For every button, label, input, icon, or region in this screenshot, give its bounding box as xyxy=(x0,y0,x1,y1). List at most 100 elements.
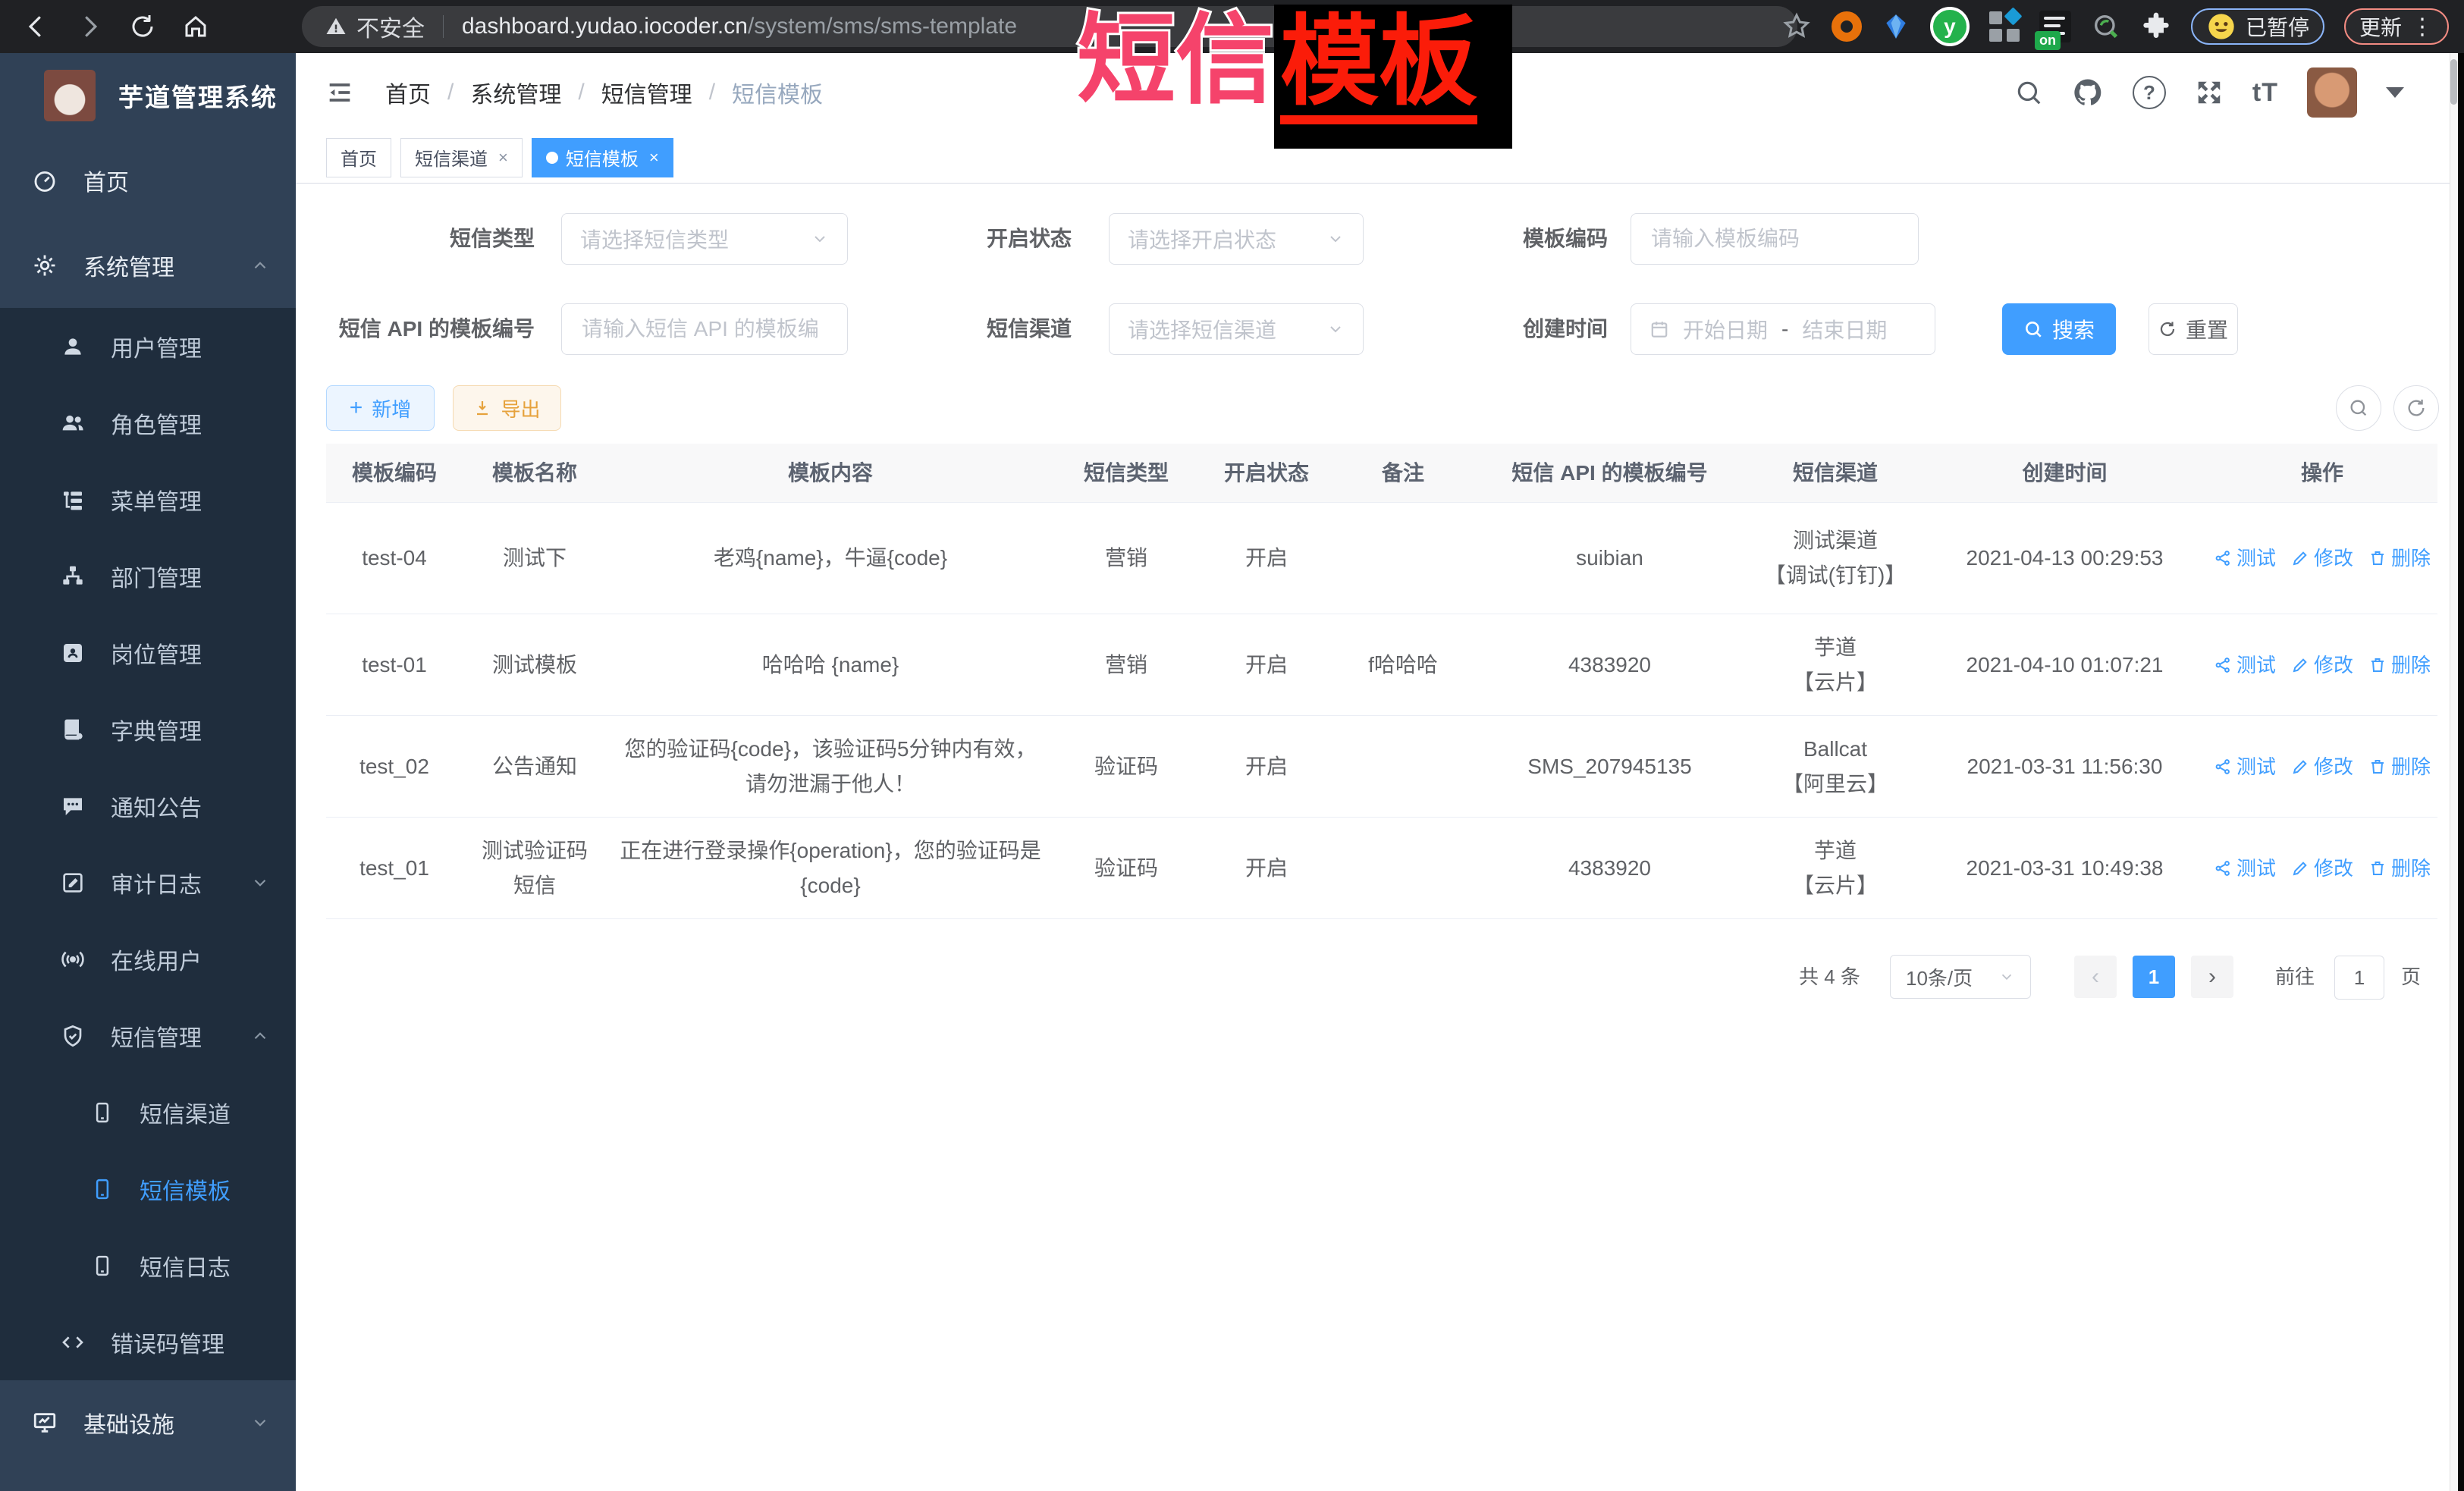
browser-back-button[interactable] xyxy=(15,5,58,48)
sidebar-item-sms-template[interactable]: 短信模板 xyxy=(0,1150,296,1227)
sidebar-item-infrastructure[interactable]: 基础设施 xyxy=(0,1380,296,1465)
online-users-icon xyxy=(61,947,85,972)
channel-select[interactable]: 请选择短信渠道 xyxy=(1109,303,1364,355)
extensions-puzzle-icon[interactable] xyxy=(2141,11,2171,42)
delete-link[interactable]: 删除 xyxy=(2368,749,2431,784)
refresh-table-button[interactable] xyxy=(2393,385,2439,431)
sidebar-item-notice-announcement[interactable]: 通知公告 xyxy=(0,767,296,844)
test-link[interactable]: 测试 xyxy=(2214,541,2276,576)
browser-reload-button[interactable] xyxy=(121,5,164,48)
page-number-1[interactable]: 1 xyxy=(2133,956,2175,998)
breadcrumb-sms[interactable]: 短信管理 xyxy=(601,76,692,109)
browser-forward-button[interactable] xyxy=(68,5,111,48)
show-search-toggle-button[interactable] xyxy=(2336,385,2381,431)
fullscreen-icon[interactable] xyxy=(2195,78,2224,107)
app-logo[interactable]: 芋道管理系统 xyxy=(0,53,296,138)
sidebar-item-system-management[interactable]: 系统管理 xyxy=(0,223,296,308)
sidebar-item-sms-log[interactable]: 短信日志 xyxy=(0,1227,296,1304)
browser-update-button[interactable]: 更新 ⋮ xyxy=(2344,8,2449,45)
sidebar-item-dict-management[interactable]: 字典管理 xyxy=(0,691,296,767)
help-icon[interactable]: ? xyxy=(2133,76,2166,109)
create-time-label: 创建时间 xyxy=(1486,303,1608,355)
paused-label: 已暂停 xyxy=(2246,11,2309,42)
tab-sms-template[interactable]: 短信模板 × xyxy=(532,138,673,177)
reload-icon xyxy=(129,13,156,40)
github-icon[interactable] xyxy=(2072,77,2104,108)
end-date-placeholder: 结束日期 xyxy=(1802,314,1887,344)
sidebar-item-audit-log[interactable]: 审计日志 xyxy=(0,844,296,921)
extension-green-y-icon[interactable]: y xyxy=(1930,7,1970,46)
text-size-icon[interactable]: tT xyxy=(2252,78,2278,108)
search-button[interactable]: 搜索 xyxy=(2002,303,2116,355)
edit-icon xyxy=(2291,656,2309,674)
delete-link[interactable]: 删除 xyxy=(2368,541,2431,576)
extension-orange-icon[interactable] xyxy=(1832,11,1862,42)
table-header-row: 模板编码 模板名称 模板内容 短信类型 开启状态 备注 短信 API 的模板编号… xyxy=(326,444,2437,503)
reset-button[interactable]: 重置 xyxy=(2149,303,2238,355)
header-search-icon[interactable] xyxy=(2014,78,2043,107)
edit-link[interactable]: 修改 xyxy=(2291,648,2353,683)
sidebar-item-sms-channel[interactable]: 短信渠道 xyxy=(0,1074,296,1150)
browser-home-button[interactable] xyxy=(174,5,217,48)
user-avatar[interactable] xyxy=(2307,67,2357,118)
prev-page-button[interactable]: ‹ xyxy=(2074,956,2117,998)
sidebar-item-home[interactable]: 首页 xyxy=(0,138,296,223)
sidebar-item-dept-management[interactable]: 部门管理 xyxy=(0,538,296,614)
edit-icon xyxy=(2291,549,2309,567)
sms-type-select[interactable]: 请选择短信类型 xyxy=(561,213,848,265)
open-status-select[interactable]: 请选择开启状态 xyxy=(1109,213,1364,265)
page-size-select[interactable]: 10条/页 xyxy=(1890,955,2031,999)
test-link[interactable]: 测试 xyxy=(2214,749,2276,784)
sidebar-item-role-management[interactable]: 角色管理 xyxy=(0,385,296,461)
delete-link[interactable]: 删除 xyxy=(2368,851,2431,886)
extension-gem-icon[interactable] xyxy=(1882,12,1910,41)
delete-link[interactable]: 删除 xyxy=(2368,648,2431,683)
address-bar[interactable]: 不安全 dashboard.yudao.iocoder.cn/system/sm… xyxy=(302,6,1797,47)
range-separator: - xyxy=(1781,317,1788,341)
chevron-down-icon xyxy=(1998,968,2015,985)
extension-leaf-icon[interactable] xyxy=(2091,11,2121,42)
sidebar-item-sms-management[interactable]: 短信管理 xyxy=(0,997,296,1074)
phone-icon xyxy=(91,1254,114,1277)
close-icon[interactable]: × xyxy=(649,148,659,168)
profile-paused-pill[interactable]: 已暂停 xyxy=(2191,8,2324,45)
goto-page-input[interactable] xyxy=(2334,956,2384,1000)
edit-link[interactable]: 修改 xyxy=(2291,749,2353,784)
create-time-range-picker[interactable]: 开始日期 - 结束日期 xyxy=(1631,303,1935,355)
sidebar-item-post-management[interactable]: 岗位管理 xyxy=(0,614,296,691)
scrollbar-thumb[interactable] xyxy=(2450,59,2457,105)
extension-list-icon[interactable]: on xyxy=(2039,11,2071,42)
next-page-button[interactable]: › xyxy=(2191,956,2233,998)
edit-link[interactable]: 修改 xyxy=(2291,541,2353,576)
channel-cell: Ballcat 【阿里云】 xyxy=(1748,716,1923,817)
test-link[interactable]: 测试 xyxy=(2214,648,2276,683)
phone-icon xyxy=(91,1178,114,1201)
url-host: dashboard.yudao.iocoder.cn xyxy=(462,14,748,39)
not-secure-indicator[interactable]: 不安全 xyxy=(325,10,425,43)
api-template-id-input[interactable] xyxy=(580,316,829,342)
add-button[interactable]: + 新增 xyxy=(326,385,435,431)
breadcrumb-home[interactable]: 首页 xyxy=(385,76,431,109)
close-icon[interactable]: × xyxy=(498,148,508,168)
sidebar-item-error-code-management[interactable]: 错误码管理 xyxy=(0,1304,296,1380)
tab-sms-channel[interactable]: 短信渠道 × xyxy=(400,138,523,177)
avatar-caret-icon[interactable] xyxy=(2386,87,2404,98)
tab-home[interactable]: 首页 xyxy=(326,138,391,177)
annotation-text-pink: 短信 xyxy=(1077,11,1274,109)
edit-link[interactable]: 修改 xyxy=(2291,851,2353,886)
shield-check-icon xyxy=(61,1024,85,1048)
test-link[interactable]: 测试 xyxy=(2214,851,2276,886)
bookmark-star-icon[interactable] xyxy=(1781,11,1812,42)
badge-icon xyxy=(61,641,85,665)
sidebar-item-online-users[interactable]: 在线用户 xyxy=(0,921,296,997)
export-button[interactable]: 导出 xyxy=(453,385,561,431)
sidebar-item-menu-management[interactable]: 菜单管理 xyxy=(0,461,296,538)
channel-cell: 芋道 【云片】 xyxy=(1748,818,1923,918)
collapse-sidebar-icon[interactable] xyxy=(325,77,355,108)
sidebar-item-user-management[interactable]: 用户管理 xyxy=(0,308,296,385)
update-label: 更新 xyxy=(2359,11,2402,42)
template-code-input[interactable] xyxy=(1649,226,1900,252)
extension-grid-icon[interactable] xyxy=(1989,11,2020,42)
breadcrumb-system[interactable]: 系统管理 xyxy=(470,76,561,109)
browser-menu-icon[interactable]: ⋮ xyxy=(2411,14,2434,40)
